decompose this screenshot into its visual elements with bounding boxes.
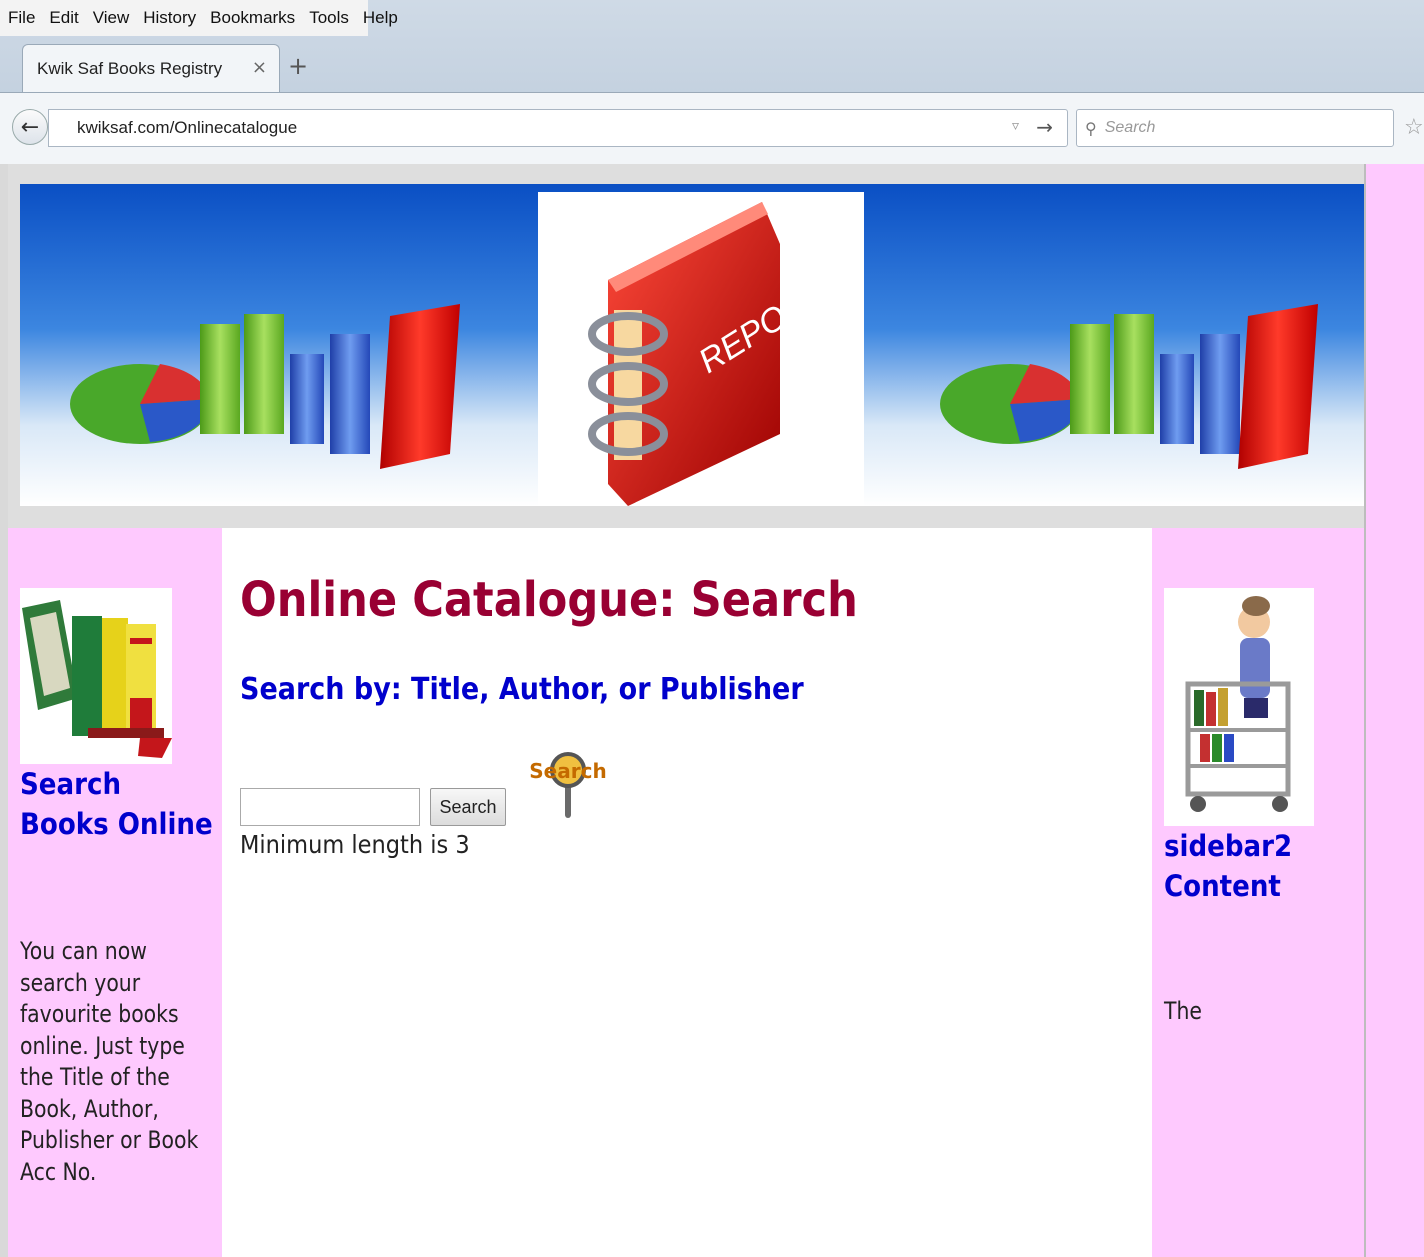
menu-view[interactable]: View: [93, 8, 130, 28]
header-banner: REPORT: [20, 184, 1364, 506]
svg-text:Search: Search: [529, 759, 606, 783]
main-content: Online Catalogue: Search Search by: Titl…: [222, 528, 1152, 1257]
url-bar[interactable]: kwiksaf.com/Onlinecatalogue ▿ →: [48, 109, 1068, 147]
menu-help[interactable]: Help: [363, 8, 398, 28]
menu-bookmarks[interactable]: Bookmarks: [210, 8, 295, 28]
menu-file[interactable]: File: [8, 8, 35, 28]
go-arrow-icon[interactable]: →: [1036, 115, 1053, 139]
left-sidebar: Search Books Online You can now search y…: [8, 528, 222, 1257]
tab-close-icon[interactable]: ×: [252, 57, 267, 78]
page-right-margin: [1366, 164, 1424, 1257]
magnifier-icon: ⚲: [1085, 118, 1097, 138]
right-sidebar-heading: sidebar2 Content: [1164, 829, 1293, 903]
min-length-note: Minimum length is 3: [240, 830, 470, 859]
page-title: Online Catalogue: Search: [240, 572, 858, 628]
new-tab-plus-icon[interactable]: +: [288, 52, 308, 80]
bookmark-star-icon[interactable]: ☆: [1404, 115, 1424, 140]
menu-tools[interactable]: Tools: [309, 8, 349, 28]
browser-chrome: File Edit View History Bookmarks Tools H…: [0, 0, 1424, 164]
navigation-bar: ← kwiksaf.com/Onlinecatalogue ▿ → ⚲ Sear…: [0, 92, 1424, 164]
url-dropdown-icon[interactable]: ▿: [1012, 118, 1019, 134]
left-sidebar-text: You can now search your favourite books …: [20, 937, 199, 1186]
search-placeholder: Search: [1104, 119, 1156, 136]
url-text[interactable]: kwiksaf.com/Onlinecatalogue: [77, 118, 297, 138]
menu-bar: File Edit View History Bookmarks Tools H…: [0, 0, 398, 36]
menu-edit[interactable]: Edit: [49, 8, 78, 28]
magnifier-logo-icon: Search: [529, 752, 607, 818]
search-button[interactable]: Search: [430, 788, 506, 826]
catalogue-search-input[interactable]: [240, 788, 420, 826]
books-stack-image: [20, 588, 172, 764]
web-page: REPORT Search Books Online You can now s…: [0, 164, 1424, 1257]
left-sidebar-heading: Search Books Online: [20, 767, 213, 841]
menu-history[interactable]: History: [143, 8, 196, 28]
browser-tab[interactable]: Kwik Saf Books Registry ×: [22, 44, 280, 92]
tab-title: Kwik Saf Books Registry: [37, 58, 223, 78]
books-icon: [22, 600, 172, 758]
page-subtitle: Search by: Title, Author, or Publisher: [240, 672, 804, 707]
librarian-image: [1164, 588, 1314, 826]
banner-graphic: REPORT: [20, 184, 1364, 506]
back-arrow-icon[interactable]: ←: [12, 109, 48, 145]
page-wrapper: REPORT Search Books Online You can now s…: [8, 164, 1366, 1257]
right-sidebar: sidebar2 Content The: [1152, 528, 1364, 1257]
librarian-cart-icon: [1185, 596, 1291, 812]
search-logo-image: Search: [528, 744, 608, 824]
browser-search-box[interactable]: ⚲ Search: [1076, 109, 1394, 147]
right-sidebar-text: The: [1164, 997, 1202, 1025]
page-edge: [0, 164, 8, 1257]
